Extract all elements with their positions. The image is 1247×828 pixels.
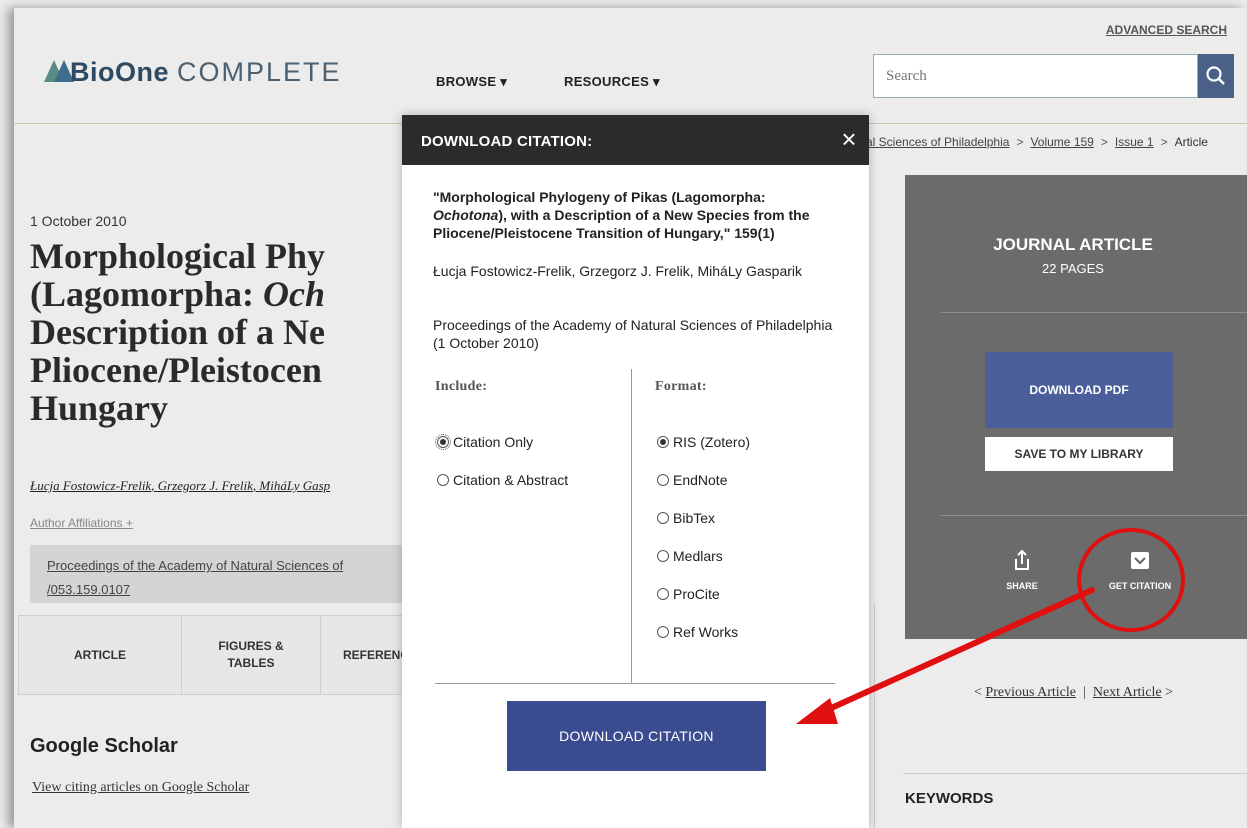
citation-title: "Morphological Phylogeny of Pikas (Lagom… [433, 188, 843, 242]
option-label: Ref Works [673, 624, 739, 640]
option-label: Citation & Abstract [453, 472, 569, 488]
format-bibtex[interactable]: BibTex [657, 508, 715, 528]
logo-brand: BioOne [70, 57, 170, 87]
option-label: RIS (Zotero) [673, 434, 751, 450]
radio-button [657, 588, 669, 600]
format-heading: Format: [655, 379, 707, 394]
modal-header: DOWNLOAD CITATION: × [402, 115, 869, 165]
doi-link[interactable]: /053.159.0107 [47, 582, 130, 597]
tab-figures-label: FIGURES & TABLES [218, 639, 284, 670]
tab-article[interactable]: ARTICLE [18, 615, 182, 695]
radio-button [437, 474, 449, 486]
nav-resources-label: RESOURCES [564, 74, 650, 89]
keywords-heading: KEYWORDS [905, 790, 994, 807]
nav-resources[interactable]: RESOURCES ▾ [564, 74, 660, 90]
search-input[interactable] [884, 55, 1188, 97]
title-italic: Och [263, 274, 325, 314]
option-label: EndNote [673, 472, 728, 488]
tab-figures-tables[interactable]: FIGURES & TABLES [181, 615, 321, 695]
article-pages: 22 PAGES [1042, 261, 1104, 276]
citation-title-text: "Morphological Phylogeny of Pikas (Lagom… [433, 189, 766, 205]
include-citation-only[interactable]: Citation Only [435, 432, 534, 452]
search-box [873, 54, 1198, 98]
annotation-arrow [796, 587, 1095, 724]
radio-button [657, 474, 669, 486]
caret-down-icon: ▾ [496, 74, 508, 89]
page: ADVANCED SEARCH BioOne COMPLETE BROWSE ▾… [14, 8, 1247, 828]
radio-button [657, 436, 669, 448]
option-label: Medlars [673, 548, 723, 564]
radio-button [657, 512, 669, 524]
format-medlars[interactable]: Medlars [657, 546, 723, 566]
author-link[interactable]: Łucja Fostowicz-Frelik [30, 478, 151, 493]
download-pdf-button[interactable]: DOWNLOAD PDF [985, 352, 1173, 428]
author-link[interactable]: MiháLy Gasp [259, 478, 330, 493]
panel-divider [941, 515, 1247, 516]
caret-down-icon: ▾ [649, 74, 660, 89]
advanced-search-link[interactable]: ADVANCED SEARCH [1106, 23, 1227, 37]
google-scholar-heading: Google Scholar [30, 735, 178, 757]
radio-button [657, 550, 669, 562]
citation-authors: Łucja Fostowicz-Frelik, Grzegorz J. Frel… [433, 263, 803, 279]
article-date: 1 October 2010 [30, 213, 127, 229]
include-heading: Include: [435, 379, 488, 394]
breadcrumb-article: Article [1174, 135, 1208, 149]
option-label: BibTex [673, 510, 716, 526]
search-icon [1206, 66, 1225, 85]
breadcrumb-sep: > [1100, 135, 1108, 149]
breadcrumb-journal[interactable]: al Sciences of Philadelphia [866, 135, 1009, 149]
format-procite[interactable]: ProCite [657, 584, 720, 604]
nav-browse[interactable]: BROWSE ▾ [436, 74, 507, 90]
breadcrumb-issue[interactable]: Issue 1 [1115, 135, 1154, 149]
close-icon[interactable]: × [833, 123, 865, 155]
author-link[interactable]: Grzegorz J. Frelik [158, 478, 253, 493]
logo-suffix: COMPLETE [177, 57, 342, 87]
panel-divider [941, 312, 1247, 313]
article-type: JOURNAL ARTICLE [993, 235, 1153, 254]
include-citation-abstract[interactable]: Citation & Abstract [437, 470, 568, 490]
format-endnote[interactable]: EndNote [657, 470, 727, 490]
download-citation-button[interactable]: DOWNLOAD CITATION [507, 701, 766, 771]
radio-button [435, 434, 451, 450]
keywords-divider [903, 773, 1247, 774]
search-button[interactable] [1198, 54, 1234, 98]
site-logo[interactable]: BioOne COMPLETE [70, 57, 342, 88]
modal-title: DOWNLOAD CITATION: [421, 133, 593, 150]
journal-link[interactable]: Proceedings of the Academy of Natural Sc… [47, 558, 343, 573]
format-refworks[interactable]: Ref Works [657, 622, 738, 642]
breadcrumb-sep: > [1016, 135, 1024, 149]
author-affiliations-toggle[interactable]: Author Affiliations + [30, 516, 133, 530]
option-label: Citation Only [453, 434, 534, 450]
google-scholar-link[interactable]: View citing articles on Google Scholar [32, 780, 249, 796]
radio-button [657, 626, 669, 638]
column-separator [631, 369, 632, 683]
title-line-text: (Lagomorpha: [30, 274, 263, 314]
breadcrumb-volume[interactable]: Volume 159 [1030, 135, 1093, 149]
citation-title-italic: Ochotona [433, 207, 499, 223]
format-ris[interactable]: RIS (Zotero) [657, 432, 750, 452]
breadcrumb-sep: > [1160, 135, 1168, 149]
article-authors: Łucja Fostowicz-Frelik, Grzegorz J. Frel… [30, 478, 331, 493]
nav-browse-label: BROWSE [436, 74, 497, 89]
option-label: ProCite [673, 586, 720, 602]
save-to-library-button[interactable]: SAVE TO MY LIBRARY [985, 437, 1173, 471]
breadcrumb: al Sciences of Philadelphia > Volume 159 > I… [866, 135, 1208, 149]
citation-source: Proceedings of the Academy of Natural Sc… [433, 317, 833, 351]
